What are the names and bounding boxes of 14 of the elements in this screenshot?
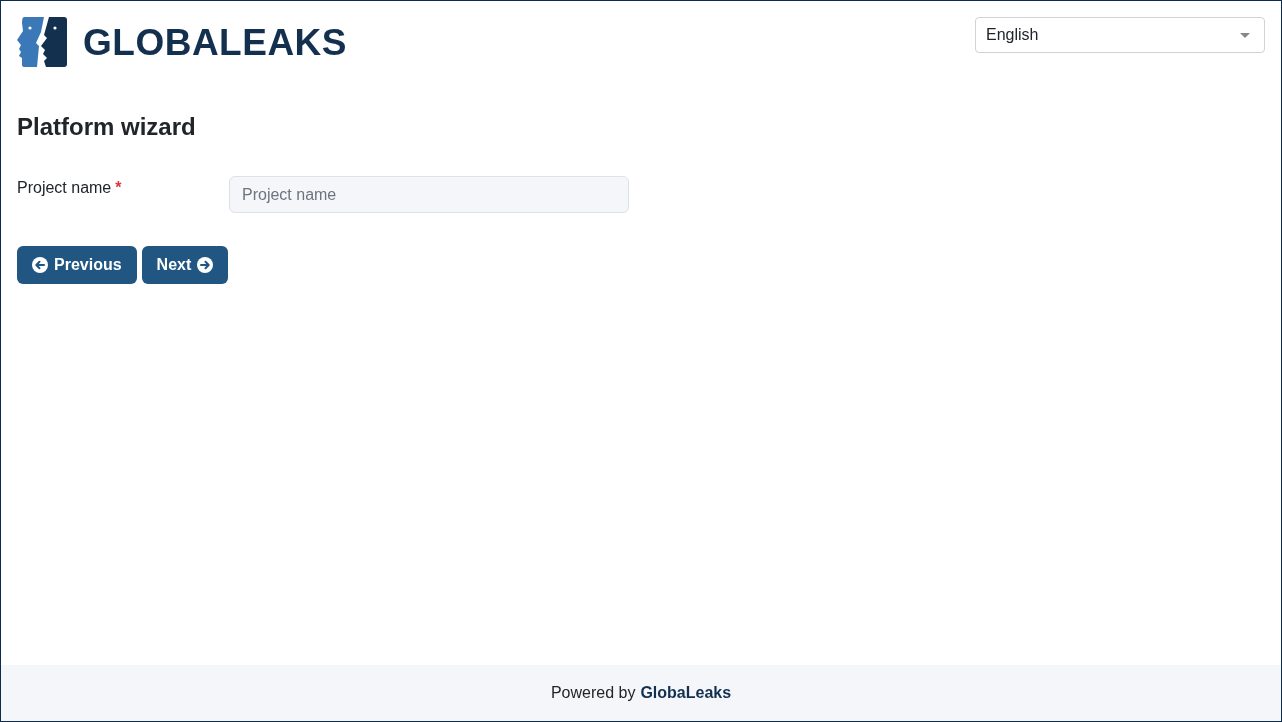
arrow-right-circle-icon: [197, 257, 214, 273]
logo-icon: [17, 17, 67, 67]
footer-text: Powered by: [550, 683, 636, 703]
arrow-left-circle-icon: [32, 257, 48, 273]
language-select[interactable]: English: [975, 17, 1265, 53]
project-name-input[interactable]: Project name: [229, 176, 629, 213]
globaleaks-link[interactable]: GlobaLeaks: [640, 681, 732, 705]
next-button[interactable]: Next: [141, 246, 229, 284]
caret-icon: [1240, 32, 1250, 38]
required-mark: *: [115, 178, 122, 198]
page-title: Platform wizard: [17, 112, 196, 141]
previous-button[interactable]: Previous: [17, 246, 137, 284]
logo-wordmark: GLOBALEAKS: [83, 23, 347, 61]
field-label: Project name: [17, 178, 112, 198]
